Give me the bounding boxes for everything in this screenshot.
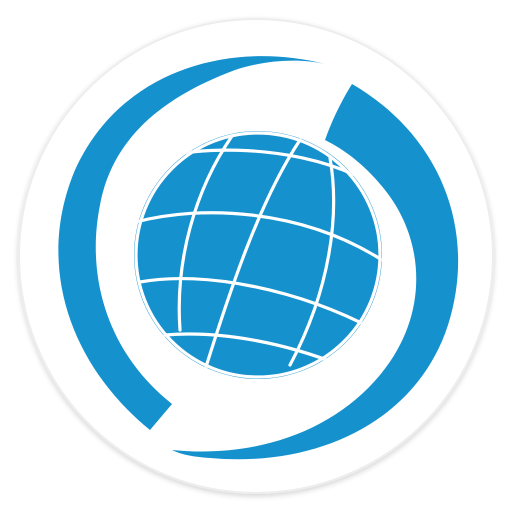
globe-app-icon bbox=[18, 18, 494, 494]
app-icon-canvas bbox=[0, 0, 512, 512]
